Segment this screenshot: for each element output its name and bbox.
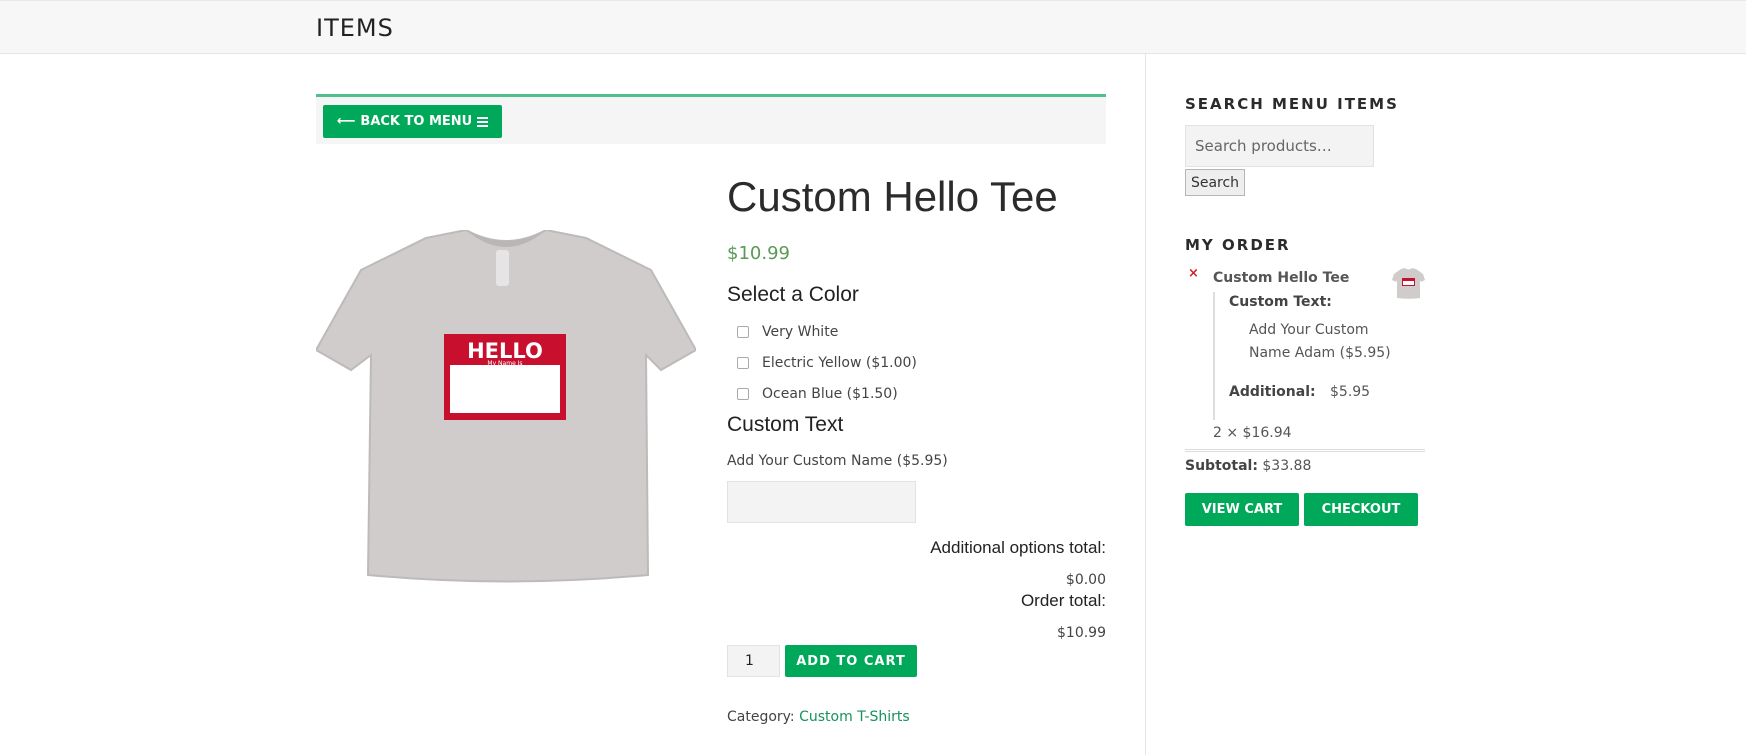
category-link[interactable]: Custom T-Shirts: [799, 709, 910, 725]
color-checkbox[interactable]: [737, 388, 749, 400]
search-menu-heading: SEARCH MENU ITEMS: [1185, 95, 1399, 113]
category-line: Category: Custom T-Shirts: [727, 709, 910, 725]
product-title: Custom Hello Tee: [727, 173, 1058, 220]
select-color-heading: Select a Color: [727, 283, 859, 306]
order-meta-value: Add Your Custom Name Adam ($5.95): [1249, 322, 1391, 361]
shirt-subtext: My Name Is: [487, 360, 522, 367]
color-option-very-white[interactable]: Very White: [737, 324, 838, 340]
order-item-quantity: 2 × $16.94: [1213, 425, 1292, 441]
my-order-heading: MY ORDER: [1185, 236, 1291, 254]
custom-name-input[interactable]: [727, 481, 916, 523]
add-to-cart-button[interactable]: ADD TO CART: [785, 645, 917, 677]
order-item-name[interactable]: Custom Hello Tee: [1213, 270, 1349, 286]
product-image[interactable]: HELLO My Name Is: [316, 230, 696, 590]
top-bar: ITEMS: [0, 0, 1746, 54]
order-item-thumbnail[interactable]: [1392, 267, 1425, 300]
order-meta-key: Custom Text:: [1229, 294, 1332, 310]
color-option-label: Very White: [762, 324, 839, 340]
subtotal-value: $33.88: [1262, 458, 1312, 474]
additional-options-total-label: Additional options total:: [930, 538, 1106, 557]
category-label: Category:: [727, 709, 795, 725]
back-to-menu-button[interactable]: ⟵ BACK TO MENU: [323, 105, 502, 138]
color-option-ocean-blue[interactable]: Ocean Blue ($1.50): [737, 386, 898, 402]
color-checkbox[interactable]: [737, 326, 749, 338]
view-cart-button[interactable]: VIEW CART: [1185, 493, 1299, 526]
back-bar: ⟵ BACK TO MENU: [316, 94, 1106, 144]
custom-name-label: Add Your Custom Name ($5.95): [727, 453, 948, 469]
color-option-label: Ocean Blue ($1.50): [762, 386, 898, 402]
order-divider: [1185, 449, 1425, 452]
product-price: $10.99: [727, 243, 790, 264]
color-option-label: Electric Yellow ($1.00): [762, 355, 917, 371]
color-checkbox[interactable]: [737, 357, 749, 369]
order-meta-value: $5.95: [1330, 384, 1371, 400]
page-title: ITEMS: [316, 14, 394, 42]
custom-text-heading: Custom Text: [727, 413, 844, 436]
checkout-button[interactable]: CHECKOUT: [1304, 493, 1418, 526]
order-total-value: $10.99: [1057, 625, 1106, 641]
remove-item-icon[interactable]: ×: [1188, 266, 1199, 281]
sidebar-divider: [1145, 54, 1146, 755]
order-subtotal: Subtotal: $33.88: [1185, 458, 1311, 474]
order-meta-bar: [1213, 292, 1215, 420]
search-button[interactable]: Search: [1185, 169, 1245, 196]
color-option-electric-yellow[interactable]: Electric Yellow ($1.00): [737, 355, 917, 371]
quantity-input[interactable]: 1: [727, 645, 780, 677]
menu-list-icon: [477, 116, 489, 127]
back-to-menu-label: BACK TO MENU: [360, 114, 473, 129]
search-input[interactable]: Search products…: [1185, 125, 1374, 167]
additional-options-total-value: $0.00: [1065, 572, 1106, 588]
subtotal-label: Subtotal:: [1185, 458, 1258, 474]
arrow-left-icon: ⟵: [336, 114, 356, 129]
order-total-label: Order total:: [1020, 591, 1106, 610]
order-meta-key: Additional:: [1229, 384, 1316, 400]
